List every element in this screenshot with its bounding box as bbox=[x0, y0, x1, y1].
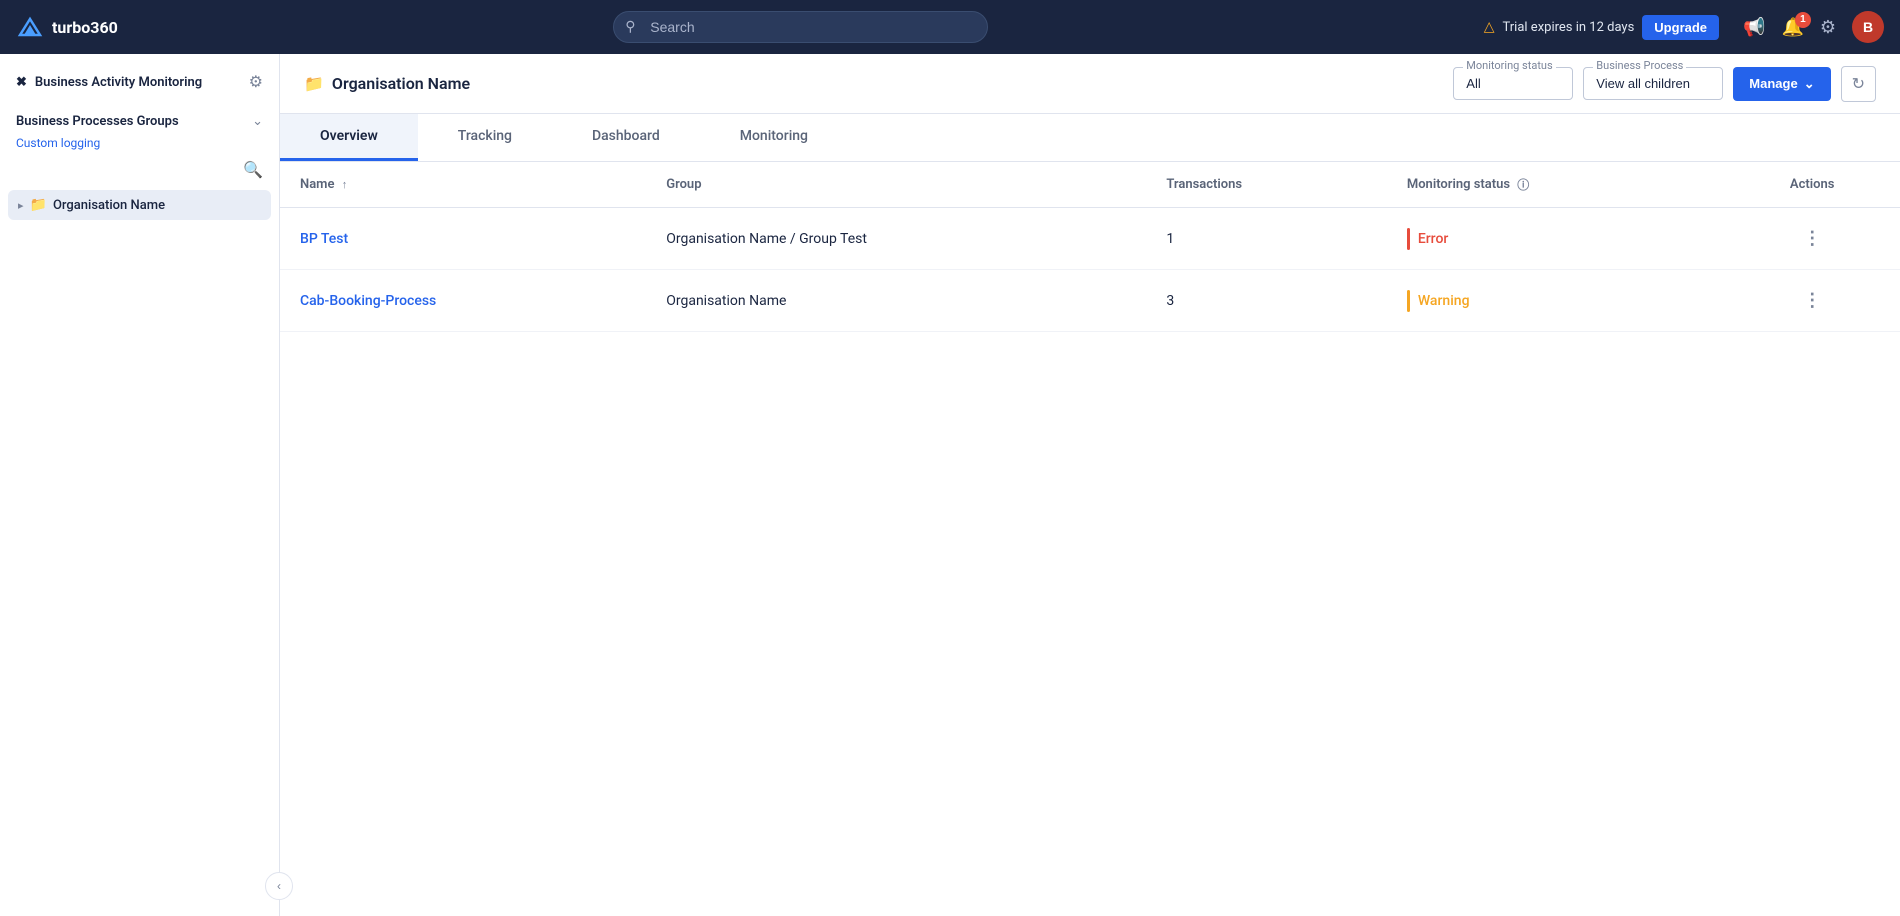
megaphone-icon: 📢 bbox=[1743, 17, 1765, 38]
business-process-filter: Business Process View all children Curre… bbox=[1583, 67, 1723, 100]
cell-group-2: Organisation Name bbox=[646, 270, 1146, 332]
cell-group-1: Organisation Name / Group Test bbox=[646, 208, 1146, 270]
tab-tracking[interactable]: Tracking bbox=[418, 114, 552, 161]
warning-icon: △ bbox=[1484, 19, 1495, 35]
more-actions-button-2[interactable]: ⋮ bbox=[1795, 286, 1829, 315]
cell-transactions-2: 3 bbox=[1146, 270, 1386, 332]
settings-button[interactable]: ⚙ bbox=[1820, 17, 1836, 38]
sidebar-tree: ▸ 📁 Organisation Name bbox=[0, 186, 279, 916]
upgrade-button[interactable]: Upgrade bbox=[1642, 15, 1719, 40]
sidebar-title: ✖ Business Activity Monitoring bbox=[16, 75, 202, 90]
manage-button[interactable]: Manage ⌄ bbox=[1733, 67, 1830, 101]
more-actions-button-1[interactable]: ⋮ bbox=[1795, 224, 1829, 253]
status-warning-link-2[interactable]: Warning bbox=[1418, 293, 1470, 309]
header-controls: Monitoring status All Error Warning OK B… bbox=[1453, 66, 1876, 102]
col-group: Group bbox=[646, 162, 1146, 208]
sidebar-header: ✖ Business Activity Monitoring ⚙ bbox=[0, 54, 279, 102]
breadcrumb: 📁 Organisation Name bbox=[304, 74, 1437, 93]
notification-badge: 1 bbox=[1795, 12, 1811, 28]
top-navigation: turbo360 ⚲ △ Trial expires in 12 days Up… bbox=[0, 0, 1900, 54]
sidebar-collapse-button[interactable]: ‹ bbox=[265, 872, 293, 900]
status-bar-warning-icon bbox=[1407, 290, 1410, 312]
monitoring-status-filter: Monitoring status All Error Warning OK bbox=[1453, 67, 1573, 100]
cell-actions-2: ⋮ bbox=[1724, 270, 1900, 332]
sidebar-search-button[interactable]: 🔍 bbox=[243, 160, 263, 180]
search-input[interactable] bbox=[613, 11, 988, 43]
sidebar-section: Business Processes Groups ⌄ Custom loggi… bbox=[0, 102, 279, 154]
tab-monitoring[interactable]: Monitoring bbox=[700, 114, 848, 161]
tab-dashboard[interactable]: Dashboard bbox=[552, 114, 700, 161]
bp-link-1[interactable]: BP Test bbox=[300, 231, 348, 247]
col-transactions: Transactions bbox=[1146, 162, 1386, 208]
gear-icon: ⚙ bbox=[1820, 17, 1836, 38]
table-row: Cab-Booking-Process Organisation Name 3 … bbox=[280, 270, 1900, 332]
tree-folder-icon: 📁 bbox=[30, 197, 47, 213]
monitoring-status-label: Monitoring status bbox=[1463, 59, 1555, 72]
nav-icons: 📢 🔔 1 ⚙ B bbox=[1743, 11, 1884, 43]
sidebar-title-text: Business Activity Monitoring bbox=[35, 75, 202, 90]
page-title: Organisation Name bbox=[332, 74, 470, 93]
sidebar: ✖ Business Activity Monitoring ⚙ Busines… bbox=[0, 54, 280, 916]
data-table: Name ↑ Group Transactions Monitoring sta… bbox=[280, 162, 1900, 332]
logo-text: turbo360 bbox=[52, 18, 118, 37]
content-header: 📁 Organisation Name Monitoring status Al… bbox=[280, 54, 1900, 114]
activity-icon: ✖ bbox=[16, 75, 27, 90]
data-table-container: Name ↑ Group Transactions Monitoring sta… bbox=[280, 162, 1900, 916]
content-area: 📁 Organisation Name Monitoring status Al… bbox=[280, 54, 1900, 916]
search-icon: ⚲ bbox=[625, 19, 635, 35]
cell-name-1: BP Test bbox=[280, 208, 646, 270]
cell-name-2: Cab-Booking-Process bbox=[280, 270, 646, 332]
status-bar-error-icon bbox=[1407, 228, 1410, 250]
refresh-icon: ↻ bbox=[1852, 76, 1865, 93]
info-icon: ⓘ bbox=[1517, 178, 1529, 192]
sidebar-item-organisation[interactable]: ▸ 📁 Organisation Name bbox=[8, 190, 271, 220]
table-row: BP Test Organisation Name / Group Test 1… bbox=[280, 208, 1900, 270]
sidebar-settings-button[interactable]: ⚙ bbox=[249, 72, 263, 92]
trial-text: Trial expires in 12 days bbox=[1503, 20, 1635, 35]
tree-chevron-icon: ▸ bbox=[18, 199, 24, 212]
business-process-label: Business Process bbox=[1593, 59, 1686, 72]
status-cell-2: Warning bbox=[1407, 290, 1705, 312]
tree-item-label: Organisation Name bbox=[53, 198, 165, 213]
sidebar-chevron-icon: ⌄ bbox=[252, 114, 263, 129]
sidebar-section-header[interactable]: Business Processes Groups ⌄ bbox=[16, 108, 263, 135]
notifications-button[interactable]: 🔔 1 bbox=[1781, 17, 1803, 38]
refresh-button[interactable]: ↻ bbox=[1841, 66, 1876, 102]
trial-banner: △ Trial expires in 12 days Upgrade bbox=[1484, 15, 1719, 40]
logo: turbo360 bbox=[16, 13, 118, 41]
cell-transactions-1: 1 bbox=[1146, 208, 1386, 270]
main-layout: ✖ Business Activity Monitoring ⚙ Busines… bbox=[0, 54, 1900, 916]
tab-overview[interactable]: Overview bbox=[280, 114, 418, 161]
cell-actions-1: ⋮ bbox=[1724, 208, 1900, 270]
sidebar-section-label: Business Processes Groups bbox=[16, 114, 179, 129]
status-error-link-1[interactable]: Error bbox=[1418, 231, 1449, 247]
logo-icon bbox=[16, 13, 44, 41]
col-monitoring-status: Monitoring status ⓘ bbox=[1387, 162, 1725, 208]
tabs-bar: Overview Tracking Dashboard Monitoring bbox=[280, 114, 1900, 162]
cell-status-1: Error bbox=[1387, 208, 1725, 270]
sidebar-search-row: 🔍 bbox=[0, 154, 279, 186]
sidebar-custom-logging[interactable]: Custom logging bbox=[16, 136, 263, 150]
avatar-button[interactable]: B bbox=[1852, 11, 1884, 43]
manage-label: Manage bbox=[1749, 76, 1797, 91]
folder-icon: 📁 bbox=[304, 74, 324, 93]
sort-icon: ↑ bbox=[342, 178, 348, 191]
search-bar: ⚲ bbox=[613, 11, 988, 43]
col-actions: Actions bbox=[1724, 162, 1900, 208]
cell-status-2: Warning bbox=[1387, 270, 1725, 332]
bp-link-2[interactable]: Cab-Booking-Process bbox=[300, 293, 436, 309]
manage-chevron-icon: ⌄ bbox=[1804, 76, 1815, 92]
announcements-button[interactable]: 📢 bbox=[1743, 17, 1765, 38]
col-name: Name ↑ bbox=[280, 162, 646, 208]
status-cell-1: Error bbox=[1407, 228, 1705, 250]
